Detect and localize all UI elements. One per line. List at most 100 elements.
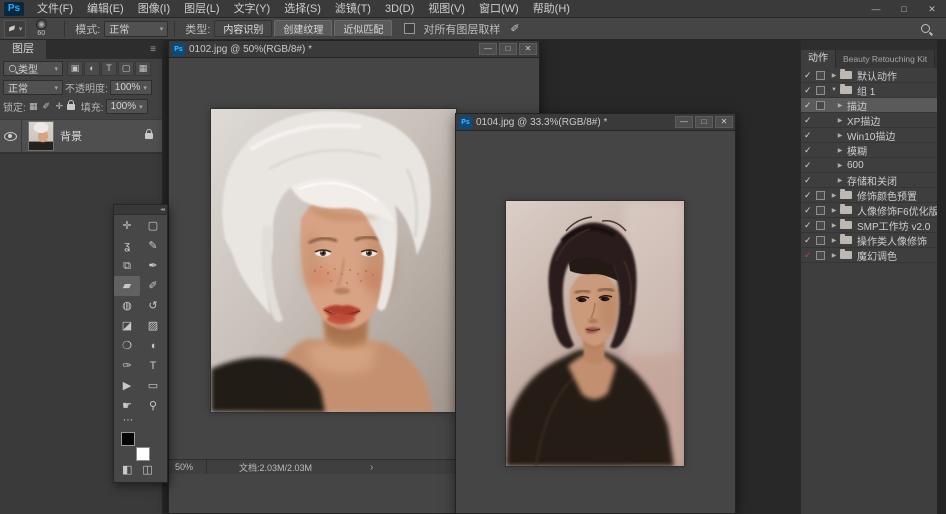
tab-actions[interactable]: 动作 bbox=[801, 50, 836, 68]
doc2-canvas[interactable] bbox=[456, 131, 735, 513]
action-row[interactable]: ✓▶人像修饰F6优化版 bbox=[801, 203, 937, 218]
lock-paint-icon[interactable]: ✐ bbox=[41, 101, 52, 112]
tool-preset-picker[interactable]: ▰ ▾ bbox=[4, 20, 26, 38]
action-row[interactable]: ✓▶Win10描边 bbox=[801, 128, 937, 143]
brush-tool-icon[interactable]: ✐ bbox=[140, 276, 166, 296]
chevron-right-icon[interactable]: ▶ bbox=[829, 72, 839, 79]
chevron-right-icon[interactable]: ▶ bbox=[835, 117, 845, 124]
lock-position-icon[interactable]: ✛ bbox=[54, 101, 65, 112]
eyedropper-tool-icon[interactable]: ✒ bbox=[140, 256, 166, 276]
menu-item[interactable]: 选择(S) bbox=[277, 0, 328, 18]
filter-type-layers-icon[interactable]: T bbox=[101, 61, 117, 76]
fill-field[interactable]: 100% ▾ bbox=[106, 99, 148, 114]
close-button[interactable]: ✕ bbox=[918, 0, 946, 17]
chevron-right-icon[interactable]: ▶ bbox=[829, 252, 839, 259]
action-dialog-toggle[interactable] bbox=[816, 251, 825, 260]
layer-thumbnail[interactable] bbox=[28, 121, 54, 151]
action-dialog-toggle[interactable] bbox=[816, 71, 825, 80]
action-check-icon[interactable]: ✓ bbox=[804, 205, 815, 216]
type-create-texture-button[interactable]: 创建纹理 bbox=[274, 20, 332, 37]
status-menu-arrow-icon[interactable]: › bbox=[370, 462, 373, 473]
action-check-icon[interactable]: ✓ bbox=[804, 85, 815, 96]
action-row[interactable]: ✓▶魔幻调色 bbox=[801, 248, 937, 263]
quick-mask-icon[interactable]: ◧ bbox=[122, 463, 132, 477]
lock-all-icon[interactable] bbox=[67, 104, 75, 110]
minimize-button[interactable]: — bbox=[862, 0, 890, 17]
pen-tool-icon[interactable]: ✑ bbox=[114, 356, 140, 376]
path-selection-tool-icon[interactable]: ▶ bbox=[114, 376, 140, 396]
brush-size-picker[interactable]: 60 bbox=[30, 18, 52, 40]
tab-beauty-retouching-kit[interactable]: Beauty Retouching Kit bbox=[836, 50, 935, 68]
action-check-icon[interactable]: ✓ bbox=[804, 190, 815, 201]
action-row[interactable]: ✓▶描边 bbox=[801, 98, 937, 113]
blend-mode-select[interactable]: 正常 ▾ bbox=[3, 80, 63, 95]
pen-pressure-icon[interactable]: ✐ bbox=[510, 22, 519, 35]
eraser-tool-icon[interactable]: ◪ bbox=[114, 316, 140, 336]
collapse-icon[interactable]: ◂◂ bbox=[160, 207, 164, 213]
filter-adjustment-layers-icon[interactable]: ◐ bbox=[84, 61, 100, 76]
action-check-icon[interactable]: ✓ bbox=[804, 220, 815, 231]
type-content-aware-button[interactable]: 内容识别 bbox=[214, 20, 272, 37]
doc-minimize-button[interactable]: — bbox=[675, 116, 693, 128]
gradient-tool-icon[interactable]: ▨ bbox=[140, 316, 166, 336]
chevron-right-icon[interactable]: ▶ bbox=[835, 162, 845, 169]
crop-tool-icon[interactable]: ⧉ bbox=[114, 256, 140, 276]
filter-shape-layers-icon[interactable]: ▢ bbox=[118, 61, 134, 76]
menu-item[interactable]: 编辑(E) bbox=[80, 0, 131, 18]
chevron-down-icon[interactable]: ▼ bbox=[829, 87, 839, 93]
action-row[interactable]: ✓▶修饰颜色预置 bbox=[801, 188, 937, 203]
maximize-button[interactable]: □ bbox=[890, 0, 918, 17]
blur-tool-icon[interactable]: ❍ bbox=[114, 336, 140, 356]
chevron-right-icon[interactable]: ▶ bbox=[835, 132, 845, 139]
menu-item[interactable]: 视图(V) bbox=[421, 0, 472, 18]
search-icon[interactable] bbox=[921, 24, 930, 33]
chevron-right-icon[interactable]: ▶ bbox=[835, 102, 845, 109]
menu-item[interactable]: 窗口(W) bbox=[472, 0, 526, 18]
layer-row-background[interactable]: 背景 bbox=[0, 119, 162, 153]
zoom-tool-icon[interactable]: ⚲ bbox=[140, 396, 166, 416]
action-row[interactable]: ✓▶存储和关闭 bbox=[801, 173, 937, 188]
filter-smart-objects-icon[interactable]: ▦ bbox=[135, 61, 151, 76]
quick-selection-tool-icon[interactable]: ✎ bbox=[140, 236, 166, 256]
lasso-tool-icon[interactable]: ʓ bbox=[114, 236, 140, 256]
color-swatches[interactable] bbox=[121, 431, 153, 461]
action-row[interactable]: ✓▶默认动作 bbox=[801, 68, 937, 83]
filter-pixel-layers-icon[interactable]: ▣ bbox=[67, 61, 83, 76]
action-row[interactable]: ✓▼组 1 bbox=[801, 83, 937, 98]
menu-item[interactable]: 滤镜(T) bbox=[328, 0, 378, 18]
spot-healing-brush-tool-icon[interactable]: ▰ bbox=[114, 276, 140, 296]
action-dialog-toggle[interactable] bbox=[816, 221, 825, 230]
dodge-tool-icon[interactable]: ◖ bbox=[140, 336, 166, 356]
more-tools-icon[interactable]: ⋯ bbox=[114, 416, 167, 428]
type-proximity-match-button[interactable]: 近似匹配 bbox=[334, 20, 392, 37]
menu-item[interactable]: 图层(L) bbox=[177, 0, 226, 18]
chevron-right-icon[interactable]: ▶ bbox=[829, 192, 839, 199]
action-row[interactable]: ✓▶模糊 bbox=[801, 143, 937, 158]
layer-filter-select[interactable]: 类型 ▾ bbox=[3, 61, 63, 76]
foreground-color-swatch[interactable] bbox=[121, 432, 135, 446]
action-check-icon[interactable]: ✓ bbox=[804, 175, 815, 186]
shape-tool-icon[interactable]: ▭ bbox=[140, 376, 166, 396]
panel-menu-icon[interactable]: ≡ bbox=[150, 40, 162, 59]
doc-close-button[interactable]: ✕ bbox=[519, 43, 537, 55]
doc-close-button[interactable]: ✕ bbox=[715, 116, 733, 128]
action-check-icon[interactable]: ✓ bbox=[804, 115, 815, 126]
menu-item[interactable]: 文件(F) bbox=[30, 0, 80, 18]
move-tool-icon[interactable]: ✛ bbox=[114, 216, 140, 236]
action-row[interactable]: ✓▶SMP工作坊 v2.0 bbox=[801, 218, 937, 233]
visibility-eye-icon[interactable] bbox=[4, 132, 17, 141]
chevron-right-icon[interactable]: ▶ bbox=[829, 222, 839, 229]
hand-tool-icon[interactable]: ☛ bbox=[114, 396, 140, 416]
action-check-icon[interactable]: ✓ bbox=[804, 235, 815, 246]
history-brush-tool-icon[interactable]: ↺ bbox=[140, 296, 166, 316]
menu-item[interactable]: 图像(I) bbox=[131, 0, 177, 18]
chevron-right-icon[interactable]: ▶ bbox=[835, 147, 845, 154]
opacity-field[interactable]: 100% ▾ bbox=[110, 80, 152, 95]
action-check-icon[interactable]: ✓ bbox=[804, 145, 815, 156]
action-check-icon[interactable]: ✓ bbox=[804, 160, 815, 171]
menu-item[interactable]: 文字(Y) bbox=[227, 0, 278, 18]
lock-transparency-icon[interactable]: ▦ bbox=[28, 101, 39, 112]
action-check-icon[interactable]: ✓ bbox=[804, 130, 815, 141]
action-dialog-toggle[interactable] bbox=[816, 236, 825, 245]
chevron-right-icon[interactable]: ▶ bbox=[835, 177, 845, 184]
